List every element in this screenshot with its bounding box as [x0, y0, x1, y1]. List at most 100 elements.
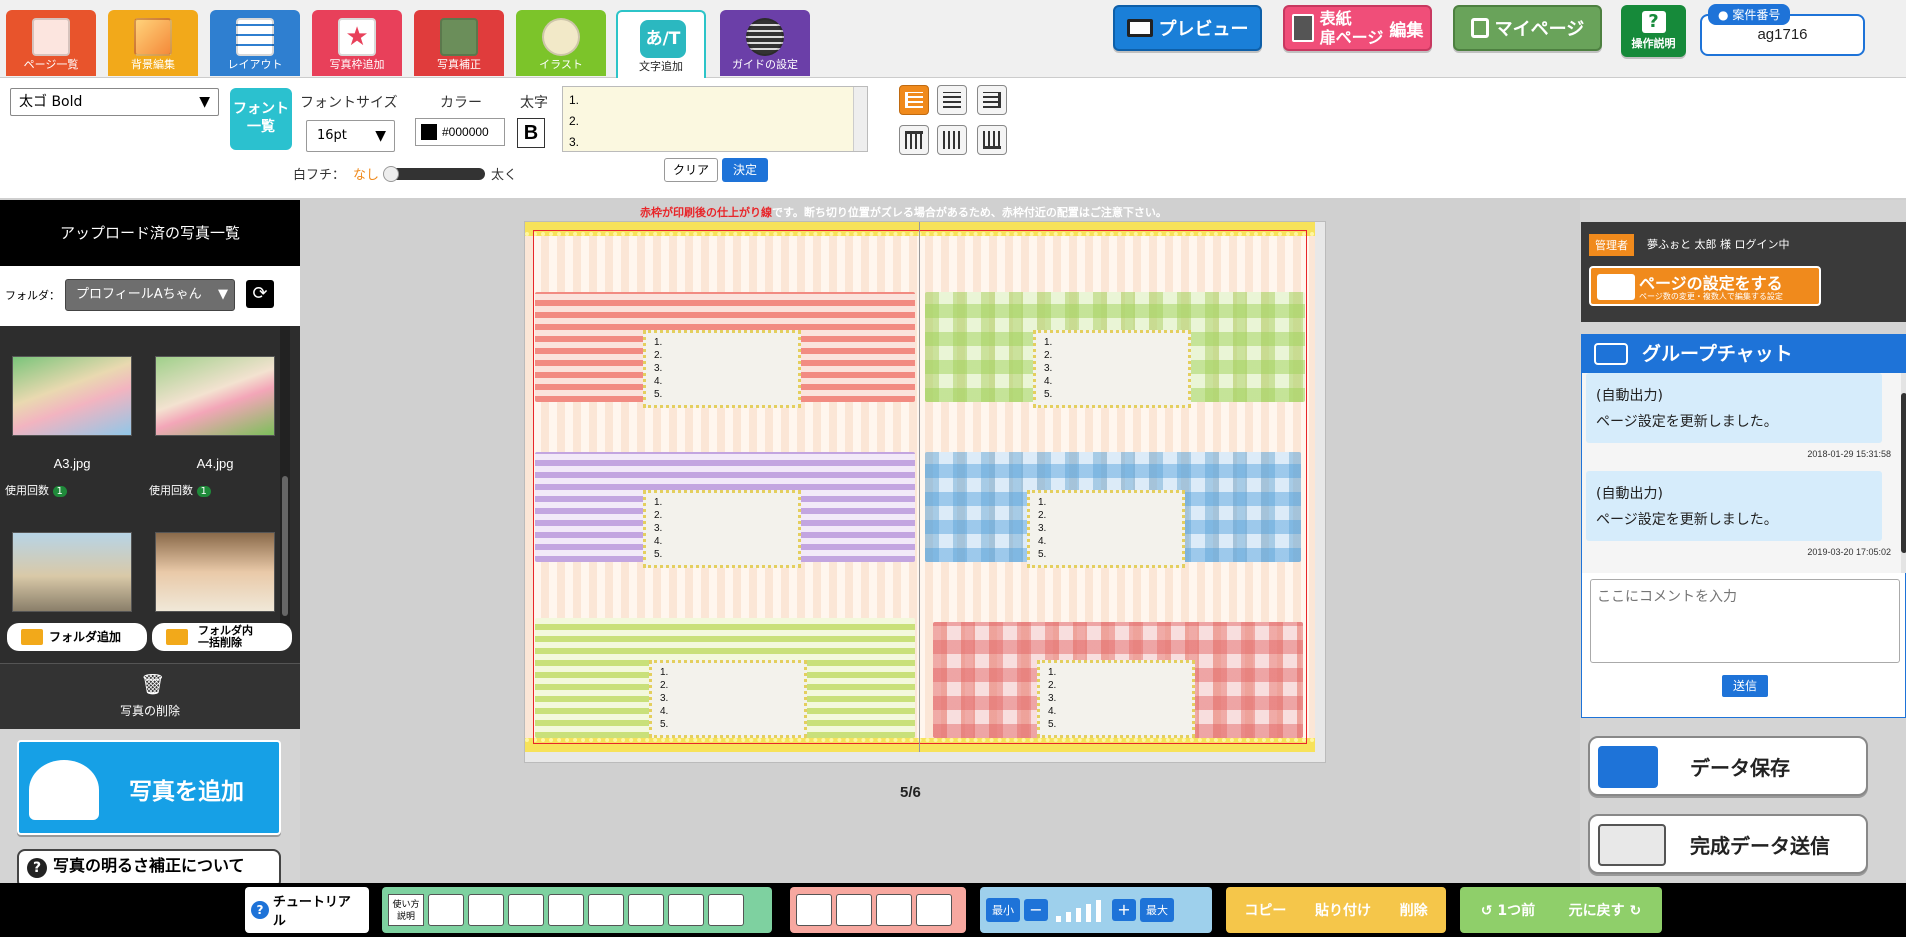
align-left-edge-icon[interactable] — [428, 894, 464, 926]
refresh-icon[interactable]: ⟳ — [246, 280, 274, 308]
layout-grid-icon — [236, 18, 274, 56]
send-button[interactable]: 送信 — [1722, 675, 1768, 697]
delete-photo-label: 写真の削除 — [119, 704, 180, 718]
chat-scrollbar[interactable] — [1901, 373, 1906, 573]
align-center-icon — [943, 92, 961, 108]
delete-button[interactable]: 削除 — [1400, 900, 1428, 920]
tab-background-edit[interactable]: 背景編集 — [108, 10, 198, 76]
align-bottom-edge-icon[interactable] — [628, 894, 664, 926]
align-center-button[interactable] — [937, 85, 967, 115]
delete-photo-button[interactable]: 🗑 写真の削除 — [0, 663, 300, 729]
tab-page-list[interactable]: ページ一覧 — [6, 10, 96, 76]
tab-label: 写真補正 — [437, 58, 481, 71]
text-area-scrollbar[interactable] — [853, 87, 867, 151]
photo-grid: A3.jpg 使用回数 1 A4.jpg 使用回数 1 — [0, 326, 290, 666]
align-h-center-icon[interactable] — [468, 894, 504, 926]
usage-help-button[interactable]: 使い方 説明 — [388, 894, 424, 926]
text-note-box[interactable]: 1. 2. 3. 4. 5. — [643, 490, 801, 568]
font-list-label2: 一覧 — [247, 119, 275, 135]
photo-thumb[interactable] — [12, 356, 132, 436]
vertical-scrollbar[interactable] — [1315, 222, 1325, 762]
redo-button[interactable]: 元に戻す ↻ — [1569, 900, 1642, 920]
preview-button[interactable]: プレビュー — [1113, 5, 1262, 51]
cover-edit-button[interactable]: 表紙 扉ページ 編集 — [1283, 5, 1432, 51]
layer-backward-icon[interactable] — [876, 894, 912, 926]
mypage-button[interactable]: マイページ — [1453, 5, 1602, 51]
photo-thumb[interactable] — [12, 532, 132, 612]
text-note-box[interactable]: 1. 2. 3. 4. 5. — [1037, 660, 1195, 738]
apply-button[interactable]: 決定 — [722, 158, 768, 182]
outline-slider[interactable] — [383, 166, 485, 182]
scrollbar-thumb[interactable] — [1901, 393, 1906, 553]
tab-guide-settings[interactable]: ガイドの設定 — [720, 10, 810, 76]
align-left-button[interactable] — [899, 85, 929, 115]
scrollbar-thumb[interactable] — [282, 476, 288, 616]
tab-label: 写真枠追加 — [329, 58, 385, 71]
align-right-button[interactable] — [977, 85, 1007, 115]
help-button[interactable]: ? 操作説明 — [1621, 5, 1686, 57]
valign-bottom-button[interactable] — [977, 125, 1007, 155]
tutorial-button[interactable]: ? チュートリアル — [245, 887, 369, 933]
distribute-horizontal-icon[interactable] — [668, 894, 704, 926]
align-v-center-icon[interactable] — [588, 894, 624, 926]
tab-photo-correction[interactable]: 写真補正 — [414, 10, 504, 76]
tab-add-text[interactable]: あ/T 文字追加 — [616, 10, 706, 78]
valign-top-button[interactable] — [899, 125, 929, 155]
text-note-box[interactable]: 1. 2. 3. 4. 5. — [649, 660, 807, 738]
spread-page[interactable]: 1. 2. 3. 4. 5. 1. 2. 3. 4. 5. 1. 2. 3. 4. 5. 1. 2. 3. 4… — [525, 222, 1325, 762]
save-data-button[interactable]: データ保存 — [1588, 736, 1868, 796]
text-note-box[interactable]: 1. 2. 3. 4. 5. — [1027, 490, 1185, 568]
align-right-edge-icon[interactable] — [508, 894, 544, 926]
copy-button[interactable]: コピー — [1244, 900, 1286, 920]
photo-grid-scrollbar[interactable] — [280, 326, 290, 626]
photo-thumb[interactable] — [155, 532, 275, 612]
align-top-edge-icon[interactable] — [548, 894, 584, 926]
color-picker[interactable]: #000000 — [415, 118, 505, 146]
horizontal-scrollbar[interactable] — [525, 752, 1315, 762]
layer-back-icon[interactable] — [916, 894, 952, 926]
font-select[interactable]: 太ゴ Bold ▼ — [10, 88, 219, 116]
rabbit-illustration-icon — [542, 18, 580, 56]
folder-select[interactable]: プロフィールAちゃん ▼ — [65, 279, 235, 311]
chevron-down-icon: ▼ — [216, 280, 228, 310]
photo-thumb[interactable] — [155, 356, 275, 436]
add-folder-button[interactable]: フォルダ追加 — [7, 623, 147, 651]
brightness-help-button[interactable]: ? 写真の明るさ補正について — [17, 849, 281, 883]
color-value: #000000 — [442, 125, 489, 139]
zoom-max-button[interactable]: 最大 — [1140, 898, 1174, 922]
tab-add-photo-frame[interactable]: ★ 写真枠追加 — [312, 10, 402, 76]
layer-front-icon[interactable] — [796, 894, 832, 926]
submit-data-button[interactable]: 完成データ送信 — [1588, 814, 1868, 874]
note-line: 2. — [1038, 510, 1047, 521]
message-timestamp: 2018-01-29 15:31:58 — [1807, 449, 1891, 459]
message-timestamp: 2019-03-20 17:05:02 — [1807, 547, 1891, 557]
tab-layout[interactable]: レイアウト — [210, 10, 300, 76]
add-photo-button[interactable]: 写真を追加 — [17, 740, 281, 835]
delete-folder-photos-button[interactable]: フォルダ内 一括削除 — [152, 623, 292, 651]
undo-button[interactable]: ↺ 1つ前 — [1481, 900, 1535, 920]
valign-bottom-icon — [983, 131, 1001, 149]
font-size-label: フォントサイズ — [300, 95, 398, 111]
photo-name: A4.jpg — [196, 456, 234, 471]
zoom-out-icon[interactable]: − — [1024, 899, 1048, 921]
history-group: ↺ 1つ前 元に戻す ↻ — [1460, 887, 1662, 933]
outline-slider-handle[interactable] — [383, 166, 399, 182]
paste-button[interactable]: 貼り付け — [1315, 900, 1371, 920]
font-list-button[interactable]: フォント 一覧 — [230, 88, 292, 150]
page-settings-button[interactable]: ページの設定をする ページ数の変更・複数人で編集する設定 — [1589, 266, 1821, 306]
zoom-in-icon[interactable]: + — [1112, 899, 1136, 921]
bold-toggle[interactable]: B — [517, 118, 545, 148]
chat-messages[interactable]: (自動出力) ページ設定を更新しました。 2018-01-29 15:31:58… — [1582, 373, 1906, 573]
clear-button[interactable]: クリア — [664, 158, 718, 182]
comment-input[interactable] — [1590, 579, 1900, 663]
distribute-vertical-icon[interactable] — [708, 894, 744, 926]
text-input-area[interactable]: 1. 2. 3. — [562, 86, 868, 152]
zoom-min-button[interactable]: 最小 — [986, 898, 1020, 922]
text-note-box[interactable]: 1. 2. 3. 4. 5. — [643, 330, 801, 408]
font-size-select[interactable]: 16pt ▼ — [306, 120, 395, 152]
tab-illustration[interactable]: イラスト — [516, 10, 606, 76]
layer-forward-icon[interactable] — [836, 894, 872, 926]
text-note-box[interactable]: 1. 2. 3. 4. 5. — [1033, 330, 1191, 408]
font-size-value: 16pt — [317, 128, 347, 143]
valign-middle-button[interactable] — [937, 125, 967, 155]
